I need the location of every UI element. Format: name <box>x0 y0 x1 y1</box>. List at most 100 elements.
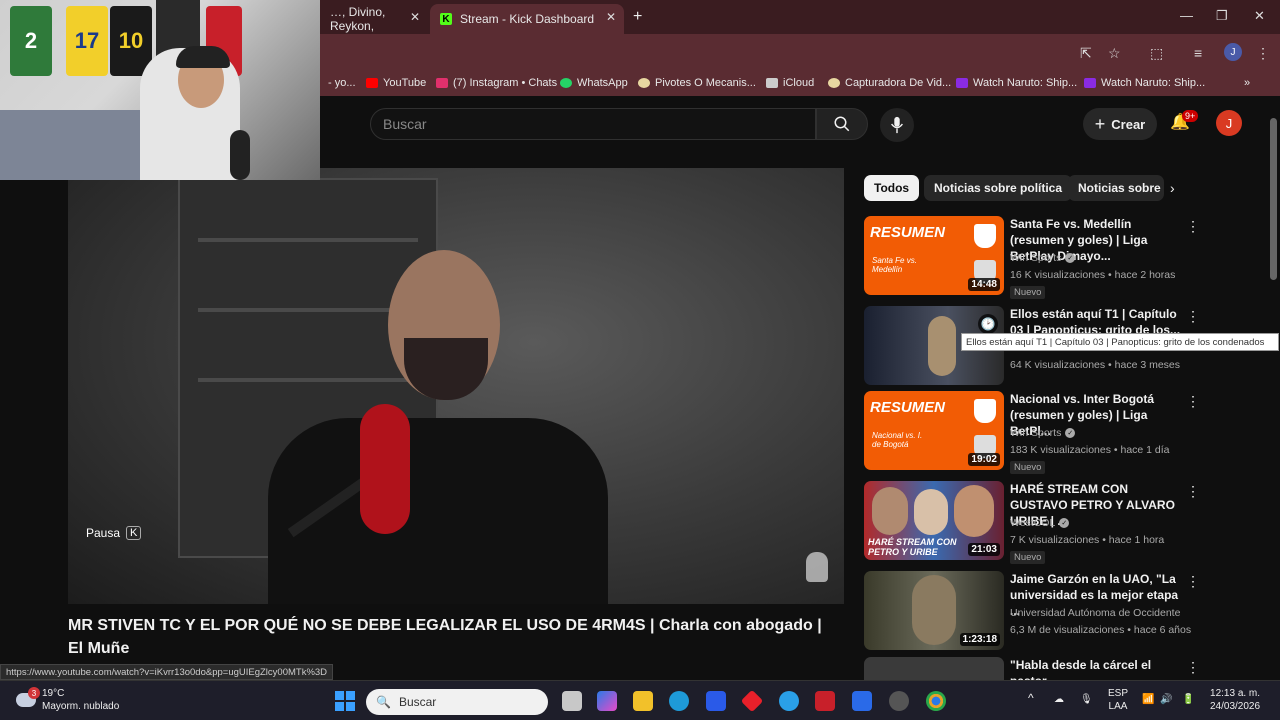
bookmark-label: (7) Instagram • Chats <box>453 77 558 89</box>
search-input[interactable]: Buscar <box>370 108 816 140</box>
tab-label: …, Divino, Reykon, <box>330 5 386 33</box>
verified-icon: ✓ <box>1065 428 1076 438</box>
extensions-icon[interactable]: ⬚ <box>1150 45 1163 62</box>
app-diamond-icon[interactable] <box>740 689 764 713</box>
bookmark-item[interactable]: Capturadora De Vid... <box>828 77 951 89</box>
more-options-icon[interactable]: ⋮ <box>1186 659 1200 676</box>
video-thumbnail[interactable]: RESUMEN Nacional vs. I. de Bogotá 19:02 <box>864 391 1004 470</box>
more-options-icon[interactable]: ⋮ <box>1186 573 1200 590</box>
video-meta: 183 K visualizaciones • hace 1 día <box>1010 444 1170 456</box>
show-hidden-icons[interactable]: ^ <box>1028 692 1034 705</box>
chip-todos[interactable]: Todos <box>864 175 920 201</box>
shelf-line <box>198 308 418 312</box>
antivirus-icon[interactable] <box>815 691 835 711</box>
video-thumbnail[interactable] <box>864 657 1004 680</box>
icloud-icon <box>766 78 778 88</box>
channel-label: Win Sports <box>1010 427 1062 439</box>
video-meta: 6,3 M de visualizaciones • hace 6 años <box>1010 624 1192 636</box>
start-button[interactable] <box>335 691 355 711</box>
edge-icon[interactable] <box>669 691 689 711</box>
video-thumbnail[interactable]: RESUMEN Santa Fe vs. Medellín 14:48 <box>864 216 1004 295</box>
more-options-icon[interactable]: ⋮ <box>1186 218 1200 235</box>
language-indicator[interactable]: ESP LAA <box>1108 687 1128 713</box>
tab-music[interactable]: …, Divino, Reykon, ✕ <box>320 4 428 34</box>
channel-name[interactable]: WestCOL ✓ <box>1010 517 1070 529</box>
recommendation-item[interactable]: RESUMEN Nacional vs. I. de Bogotá 19:02 … <box>864 391 1264 474</box>
instagram-icon <box>436 78 448 88</box>
bookmark-item[interactable]: Watch Naruto: Ship... <box>956 77 1077 89</box>
clock-date: 24/03/2026 <box>1210 701 1261 712</box>
cloud-icon: 3 <box>16 687 40 707</box>
install-app-icon[interactable]: ⇱ <box>1080 45 1092 62</box>
profile-avatar[interactable]: J <box>1224 43 1242 61</box>
video-player[interactable] <box>68 168 844 604</box>
task-view-icon[interactable] <box>562 691 582 711</box>
recommendation-item[interactable]: "Habla desde la cárcel el pastor ⋮ <box>864 657 1264 680</box>
battery-icon[interactable]: 🔋 <box>1182 693 1194 706</box>
minimize-icon[interactable]: — <box>1180 8 1193 23</box>
settings-gear-icon[interactable] <box>889 691 909 711</box>
tab-close-icon[interactable]: ✕ <box>606 10 616 24</box>
plus-icon: + <box>1094 113 1106 134</box>
copilot-icon[interactable] <box>597 691 617 711</box>
bookmark-item[interactable]: Pivotes O Mecanis... <box>638 77 756 89</box>
scrollbar-thumb[interactable] <box>1270 118 1277 280</box>
onedrive-icon[interactable]: ☁ <box>1054 693 1064 706</box>
bookmark-item[interactable]: - yo... <box>328 77 356 89</box>
watch-later-icon[interactable]: 🕑 <box>978 314 998 334</box>
channel-name[interactable]: Win Sports ✓ <box>1010 252 1076 264</box>
bookmark-whatsapp[interactable]: WhatsApp <box>560 77 628 89</box>
chip-noticias[interactable]: Noticias sobre <box>1068 175 1164 201</box>
app-blue-icon[interactable] <box>779 691 799 711</box>
more-options-icon[interactable]: ⋮ <box>1186 308 1200 325</box>
menu-kebab-icon[interactable]: ⋮ <box>1256 45 1270 62</box>
chevron-right-icon[interactable]: › <box>1170 180 1175 196</box>
bookmark-youtube[interactable]: YouTube <box>366 77 426 89</box>
channel-name[interactable]: Win Sports ✓ <box>1010 427 1076 439</box>
store-icon[interactable] <box>706 691 726 711</box>
more-options-icon[interactable]: ⋮ <box>1186 483 1200 500</box>
bookmark-icloud[interactable]: iCloud <box>766 77 814 89</box>
thumbnail-figure <box>928 316 956 376</box>
bookmark-star-icon[interactable]: ☆ <box>1108 45 1121 62</box>
kick-icon: K <box>440 13 452 25</box>
wifi-icon[interactable]: 📶 <box>1142 693 1154 706</box>
search-button[interactable] <box>816 108 868 140</box>
recommendation-item[interactable]: 1:23:18 Jaime Garzón en la UAO, "La univ… <box>864 571 1264 653</box>
notification-count-badge: 9+ <box>1182 110 1199 122</box>
bookmark-label: iCloud <box>783 77 815 89</box>
create-button[interactable]: + Crear <box>1083 108 1157 140</box>
new-tab-icon[interactable]: + <box>633 8 642 26</box>
file-explorer-icon[interactable] <box>633 691 653 711</box>
chip-noticias-politica[interactable]: Noticias sobre política <box>924 175 1073 201</box>
tab-kick-dashboard[interactable]: K Stream - Kick Dashboard ✕ <box>430 4 624 34</box>
media-control-icon[interactable]: ≡ <box>1194 45 1202 61</box>
microphone-icon[interactable]: 🎙 <box>1080 693 1093 706</box>
voice-search-button[interactable] <box>880 108 914 142</box>
bookmark-item[interactable]: Watch Naruto: Ship... <box>1084 77 1205 89</box>
bookmark-instagram[interactable]: (7) Instagram • Chats <box>436 77 557 89</box>
channel-watermark-icon[interactable] <box>806 552 828 582</box>
keyboard-layout: LAA <box>1108 701 1128 712</box>
video-title[interactable]: "Habla desde la cárcel el pastor <box>1010 657 1182 680</box>
bookmarks-overflow-icon[interactable]: » <box>1244 77 1250 89</box>
tab-label: Stream - Kick Dashboard <box>460 12 595 26</box>
youtube-icon <box>366 78 378 88</box>
chrome-icon[interactable] <box>926 691 946 711</box>
taskbar-search[interactable]: 🔍 Buscar <box>366 689 548 715</box>
recommendation-item[interactable]: HARÉ STREAM CON PETRO Y URIBE 21:03 HARÉ… <box>864 481 1264 564</box>
tab-close-icon[interactable]: ✕ <box>410 10 420 24</box>
volume-icon[interactable]: 🔊 <box>1160 693 1172 706</box>
user-avatar[interactable]: J <box>1216 110 1242 136</box>
maximize-icon[interactable]: ❐ <box>1216 8 1228 24</box>
weather-widget[interactable]: 3 19°C Mayorm. nublado <box>16 687 119 713</box>
mail-icon[interactable] <box>852 691 872 711</box>
close-window-icon[interactable]: ✕ <box>1254 8 1265 24</box>
video-thumbnail[interactable]: HARÉ STREAM CON PETRO Y URIBE 21:03 <box>864 481 1004 560</box>
new-badge: Nuevo <box>1010 461 1046 474</box>
recommendation-item[interactable]: RESUMEN Santa Fe vs. Medellín 14:48 Sant… <box>864 216 1264 299</box>
more-options-icon[interactable]: ⋮ <box>1186 393 1200 410</box>
channel-name[interactable]: Universidad Autónoma de Occidente <box>1010 607 1180 619</box>
video-thumbnail[interactable]: 1:23:18 <box>864 571 1004 650</box>
clock[interactable]: 12:13 a. m. 24/03/2026 <box>1210 687 1260 713</box>
